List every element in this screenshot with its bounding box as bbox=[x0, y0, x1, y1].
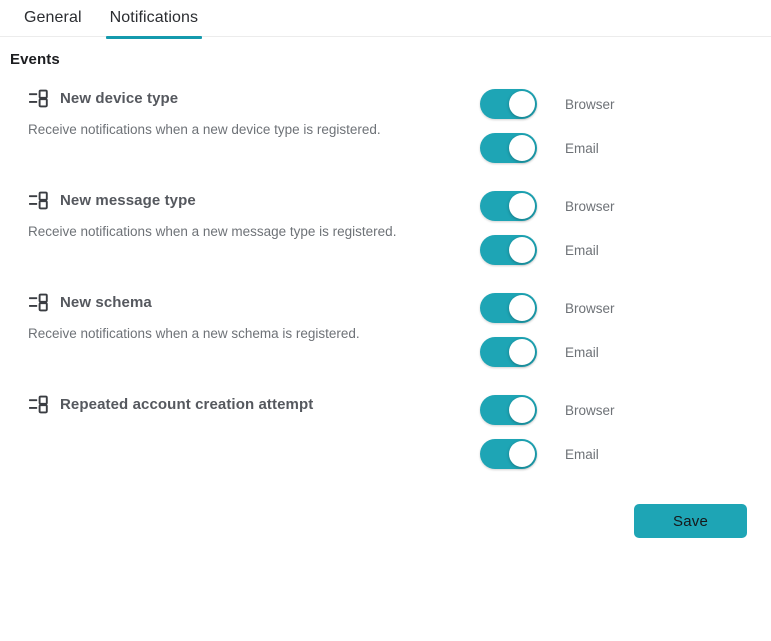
channel-browser: Browser bbox=[480, 293, 615, 323]
save-button[interactable]: Save bbox=[634, 504, 747, 538]
tab-notifications[interactable]: Notifications bbox=[96, 0, 212, 39]
schema-icon bbox=[28, 88, 49, 109]
toggle-knob bbox=[509, 339, 535, 365]
channel-label-email: Email bbox=[565, 446, 599, 462]
event-heading: New schema bbox=[28, 292, 480, 313]
event-channels: Browser Email bbox=[480, 186, 615, 265]
toggle-email[interactable] bbox=[480, 235, 537, 265]
toggle-knob bbox=[509, 135, 535, 161]
event-row: New schema Receive notifications when a … bbox=[0, 288, 771, 390]
event-description: Receive notifications when a new message… bbox=[28, 224, 397, 239]
channel-label-email: Email bbox=[565, 344, 599, 360]
toggle-browser[interactable] bbox=[480, 89, 537, 119]
toggle-knob bbox=[509, 295, 535, 321]
channel-label-browser: Browser bbox=[565, 402, 615, 418]
channel-browser: Browser bbox=[480, 395, 615, 425]
settings-tab-bar: General Notifications bbox=[0, 0, 771, 39]
event-heading: New device type bbox=[28, 88, 480, 109]
event-info: Repeated account creation attempt bbox=[28, 390, 480, 415]
event-channels: Browser Email bbox=[480, 84, 615, 163]
event-info: New schema Receive notifications when a … bbox=[28, 288, 480, 343]
event-row: New device type Receive notifications wh… bbox=[0, 84, 771, 186]
event-description: Receive notifications when a new schema … bbox=[28, 326, 360, 341]
event-info: New device type Receive notifications wh… bbox=[28, 84, 480, 139]
event-channels: Browser Email bbox=[480, 390, 615, 469]
event-description: Receive notifications when a new device … bbox=[28, 122, 381, 137]
toggle-email[interactable] bbox=[480, 439, 537, 469]
tab-notifications-label: Notifications bbox=[109, 9, 199, 26]
channel-label-browser: Browser bbox=[565, 300, 615, 316]
channel-label-browser: Browser bbox=[565, 96, 615, 112]
toggle-browser[interactable] bbox=[480, 293, 537, 323]
event-name: New device type bbox=[60, 89, 179, 107]
event-name: Repeated account creation attempt bbox=[60, 395, 314, 413]
channel-email: Email bbox=[480, 337, 615, 367]
toggle-knob bbox=[509, 91, 535, 117]
event-name: New schema bbox=[60, 293, 152, 311]
channel-browser: Browser bbox=[480, 191, 615, 221]
event-channels: Browser Email bbox=[480, 288, 615, 367]
event-info: New message type Receive notifications w… bbox=[28, 186, 480, 241]
toggle-knob bbox=[509, 397, 535, 423]
toggle-browser[interactable] bbox=[480, 191, 537, 221]
event-row: New message type Receive notifications w… bbox=[0, 186, 771, 288]
toggle-browser[interactable] bbox=[480, 395, 537, 425]
channel-email: Email bbox=[480, 133, 615, 163]
events-list: New device type Receive notifications wh… bbox=[0, 84, 771, 492]
tab-general[interactable]: General bbox=[10, 0, 96, 38]
channel-label-email: Email bbox=[565, 140, 599, 156]
schema-icon bbox=[28, 394, 49, 415]
form-footer: Save bbox=[0, 504, 771, 538]
channel-label-email: Email bbox=[565, 242, 599, 258]
channel-browser: Browser bbox=[480, 89, 615, 119]
event-name: New message type bbox=[60, 191, 196, 209]
page-title: Events bbox=[10, 51, 60, 68]
channel-email: Email bbox=[480, 439, 615, 469]
toggle-email[interactable] bbox=[480, 133, 537, 163]
toggle-knob bbox=[509, 237, 535, 263]
channel-email: Email bbox=[480, 235, 615, 265]
toggle-knob bbox=[509, 193, 535, 219]
toggle-knob bbox=[509, 441, 535, 467]
tab-general-label: General bbox=[24, 9, 82, 26]
schema-icon bbox=[28, 190, 49, 211]
toggle-email[interactable] bbox=[480, 337, 537, 367]
channel-label-browser: Browser bbox=[565, 198, 615, 214]
event-heading: New message type bbox=[28, 190, 480, 211]
schema-icon bbox=[28, 292, 49, 313]
tab-active-indicator bbox=[105, 36, 203, 39]
event-heading: Repeated account creation attempt bbox=[28, 394, 480, 415]
event-row: Repeated account creation attempt Browse… bbox=[0, 390, 771, 492]
